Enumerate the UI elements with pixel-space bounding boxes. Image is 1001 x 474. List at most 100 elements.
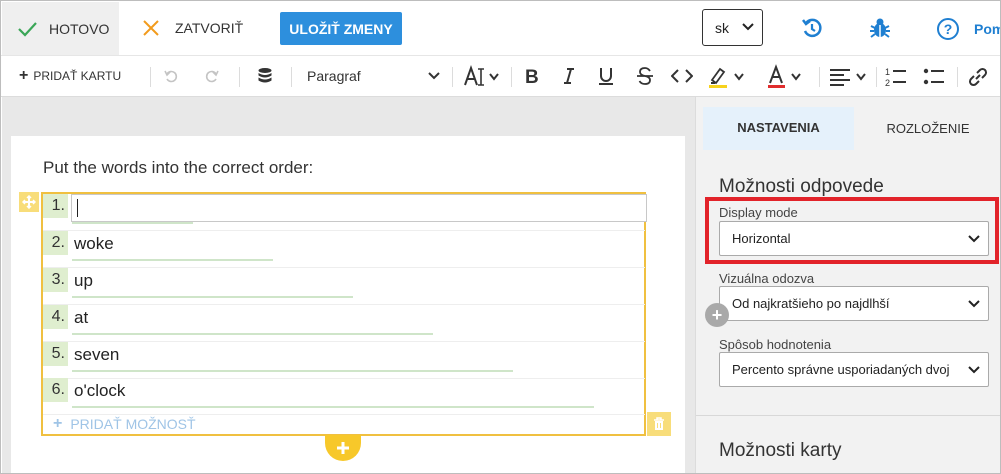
list-item[interactable]: 4. at: [43, 305, 645, 342]
option-length-bar: [72, 406, 594, 408]
delete-button[interactable]: [647, 412, 671, 436]
toolbar-divider: [957, 67, 958, 87]
close-label: ZATVORIŤ: [175, 20, 244, 36]
option-length-bar: [72, 222, 193, 224]
option-number: 4.: [43, 305, 68, 329]
plus-icon: [337, 442, 349, 454]
card-options-heading: Možnosti karty: [719, 440, 842, 461]
svg-text:1: 1: [885, 67, 890, 77]
list-item[interactable]: 3. up: [43, 268, 645, 305]
option-input[interactable]: [71, 194, 647, 222]
done-button[interactable]: HOTOVO: [2, 2, 119, 55]
toolbar-divider: [452, 67, 453, 87]
bug-icon[interactable]: [869, 16, 891, 40]
help-button[interactable]: ? Pom: [936, 17, 1000, 41]
drag-handle-icon[interactable]: [19, 192, 39, 212]
option-text[interactable]: seven: [74, 345, 119, 365]
plus-icon: +: [19, 67, 29, 84]
list-item[interactable]: 5. seven: [43, 342, 645, 379]
underline-icon[interactable]: [597, 66, 615, 86]
option-length-bar: [72, 296, 353, 298]
option-text[interactable]: woke: [74, 234, 114, 254]
add-card-button[interactable]: + PRIDAŤ KARTU: [19, 56, 121, 96]
option-text[interactable]: at: [74, 308, 88, 328]
plus-icon: +: [53, 415, 63, 432]
database-icon[interactable]: [257, 67, 273, 85]
display-mode-highlight: [705, 197, 999, 264]
link-icon[interactable]: [967, 66, 989, 88]
panel-divider: [696, 415, 1000, 416]
visual-feedback-select[interactable]: Od najkratšieho po najdlhší: [719, 286, 989, 321]
top-bar: HOTOVO ZATVORIŤ ULOŽIŤ ZMENY sk ? Po: [1, 1, 1000, 55]
list-item[interactable]: 2. woke: [43, 231, 645, 268]
toolbar-divider: [819, 67, 820, 87]
list-item[interactable]: 1.: [43, 194, 647, 231]
tab-settings[interactable]: NASTAVENIA: [703, 107, 854, 150]
chevron-down-icon: [742, 23, 754, 31]
language-value: sk: [715, 19, 729, 36]
numbered-list-icon[interactable]: 1 2: [885, 66, 907, 88]
move-icon: [22, 195, 36, 209]
option-text[interactable]: up: [74, 271, 93, 291]
scoring-label: Spôsob hodnotenia: [719, 337, 832, 352]
tab-layout[interactable]: ROZLOŽENIE: [854, 107, 1000, 150]
bold-icon[interactable]: B: [523, 66, 541, 86]
editor-toolbar: + PRIDAŤ KARTU Paragraf B 1 2: [1, 55, 1000, 97]
scoring-select[interactable]: Percento správne usporiadaných dvoj: [719, 352, 989, 387]
option-number: 6.: [43, 378, 68, 402]
close-icon: [143, 20, 159, 36]
history-icon[interactable]: [800, 16, 824, 40]
redo-icon[interactable]: [205, 69, 219, 83]
chevron-down-icon: [968, 300, 980, 308]
question-text[interactable]: Put the words into the correct order:: [43, 158, 313, 178]
option-number: 1.: [43, 194, 68, 218]
text-caret: [77, 199, 78, 217]
option-number: 3.: [43, 268, 68, 292]
list-item[interactable]: 6. o'clock: [43, 378, 645, 415]
strikethrough-icon[interactable]: [636, 66, 654, 86]
undo-icon[interactable]: [164, 69, 178, 83]
toolbar-divider: [239, 67, 240, 87]
add-option-button[interactable]: + PRIDAŤ MOŽNOSŤ: [53, 415, 196, 433]
settings-panel: NASTAVENIA ROZLOŽENIE Možnosti odpovede …: [695, 97, 1000, 473]
bullet-list-icon[interactable]: [923, 66, 945, 88]
save-changes-button[interactable]: ULOŽIŤ ZMENY: [280, 12, 402, 45]
trash-icon: [654, 417, 664, 430]
toolbar-divider: [511, 67, 512, 87]
answer-options-heading: Možnosti odpovede: [719, 176, 884, 197]
toolbar-divider: [150, 67, 151, 87]
help-icon: ?: [937, 18, 959, 40]
code-icon[interactable]: [671, 68, 693, 84]
option-length-bar: [72, 259, 273, 261]
chevron-down-icon: [428, 72, 440, 80]
toolbar-divider: [291, 67, 292, 87]
option-number: 2.: [43, 231, 68, 255]
visual-feedback-label: Vizuálna odozva: [719, 271, 815, 286]
scoring-value: Percento správne usporiadaných dvoj: [732, 362, 950, 377]
help-label: Pom: [974, 21, 1000, 37]
check-icon: [18, 21, 37, 37]
option-length-bar: [72, 333, 433, 335]
done-label: HOTOVO: [49, 20, 110, 37]
chevron-down-icon: [968, 366, 980, 374]
italic-icon[interactable]: [561, 66, 577, 86]
align-icon[interactable]: [829, 66, 871, 88]
app-frame: HOTOVO ZATVORIŤ ULOŽIŤ ZMENY sk ? Po + P…: [0, 0, 1001, 474]
font-size-icon[interactable]: [463, 65, 503, 89]
paragraph-style-select[interactable]: Paragraf: [307, 56, 361, 96]
svg-text:2: 2: [885, 78, 890, 88]
font-color-icon[interactable]: [767, 64, 807, 90]
add-card-label: PRIDAŤ KARTU: [33, 69, 122, 83]
close-button[interactable]: ZATVORIŤ: [139, 15, 243, 41]
svg-text:B: B: [525, 67, 539, 86]
add-circle-icon[interactable]: +: [705, 303, 729, 327]
option-length-bar: [72, 370, 513, 372]
toolbar-divider: [876, 67, 877, 87]
paragraph-style-value: Paragraf: [307, 68, 361, 84]
option-text[interactable]: o'clock: [74, 381, 125, 401]
highlight-color-icon[interactable]: [708, 65, 748, 89]
svg-text:?: ?: [944, 21, 953, 37]
language-select[interactable]: sk: [702, 9, 763, 46]
visual-feedback-value: Od najkratšieho po najdlhší: [732, 296, 890, 311]
option-number: 5.: [43, 342, 68, 366]
